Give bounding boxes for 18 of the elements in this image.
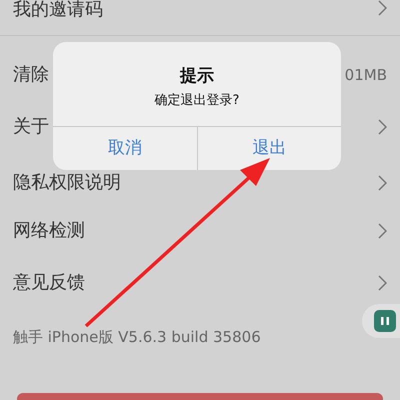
chevron-right-icon	[378, 223, 387, 239]
setting-value: 01MB	[344, 64, 387, 86]
pause-icon	[374, 310, 396, 332]
chevron-right-icon	[378, 175, 387, 191]
setting-label: 网络检测	[13, 221, 85, 241]
setting-label: 关于	[13, 117, 49, 137]
setting-label: 隐私权限说明	[13, 173, 121, 193]
setting-label: 我的邀请码	[13, 0, 103, 20]
dialog-message: 确定退出登录?	[154, 92, 240, 110]
chevron-right-icon	[378, 0, 387, 16]
dialog-button[interactable]: 取消	[53, 127, 196, 170]
chevron-right-icon	[378, 119, 387, 135]
setting-label: 清除	[13, 65, 49, 85]
dialog-title: 提示	[180, 64, 214, 88]
floating-button[interactable]	[362, 304, 400, 338]
chevron-right-icon	[378, 275, 387, 291]
setting-label: 意见反馈	[13, 273, 85, 293]
version-text: 触手 iPhone版 V5.6.3 build 35806	[13, 326, 261, 348]
